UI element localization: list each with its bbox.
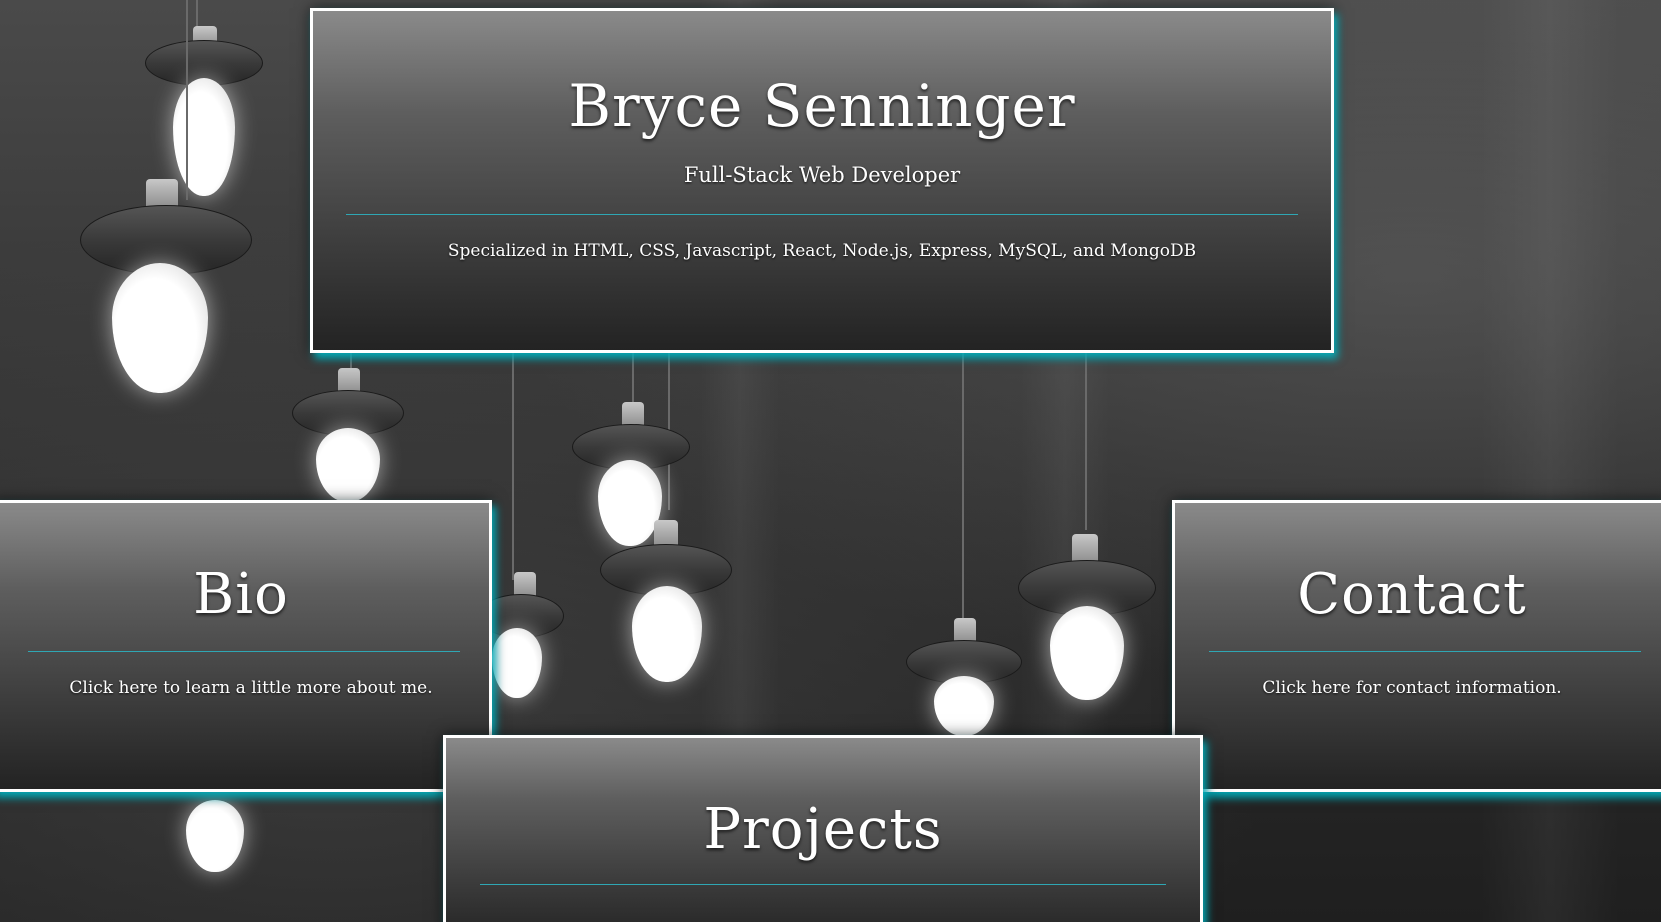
page-title: Bryce Senninger	[568, 72, 1076, 140]
page-subtitle: Full-Stack Web Developer	[683, 163, 961, 187]
bg-wire	[668, 330, 670, 510]
divider	[480, 884, 1166, 885]
bio-card-title: Bio	[193, 562, 289, 627]
projects-card-title: Projects	[703, 797, 943, 862]
bio-card-description: Click here to learn a little more about …	[69, 678, 433, 698]
bg-wire	[512, 330, 514, 580]
contact-card-title: Contact	[1297, 562, 1527, 627]
skills-text: Specialized in HTML, CSS, Javascript, Re…	[447, 241, 1197, 261]
bio-card-button[interactable]: Bio Click here to learn a little more ab…	[0, 500, 492, 792]
contact-card-button[interactable]: Contact Click here for contact informati…	[1172, 500, 1661, 792]
bg-wire	[962, 330, 964, 620]
bg-wire	[1085, 330, 1087, 530]
divider	[28, 651, 460, 652]
page: Bryce Senninger Full-Stack Web Developer…	[0, 0, 1661, 922]
bg-wire	[186, 0, 188, 200]
projects-card-button[interactable]: Projects	[443, 735, 1203, 922]
header-card: Bryce Senninger Full-Stack Web Developer…	[310, 8, 1334, 353]
divider	[1209, 651, 1641, 652]
divider	[346, 214, 1298, 215]
contact-card-description: Click here for contact information.	[1262, 678, 1562, 698]
